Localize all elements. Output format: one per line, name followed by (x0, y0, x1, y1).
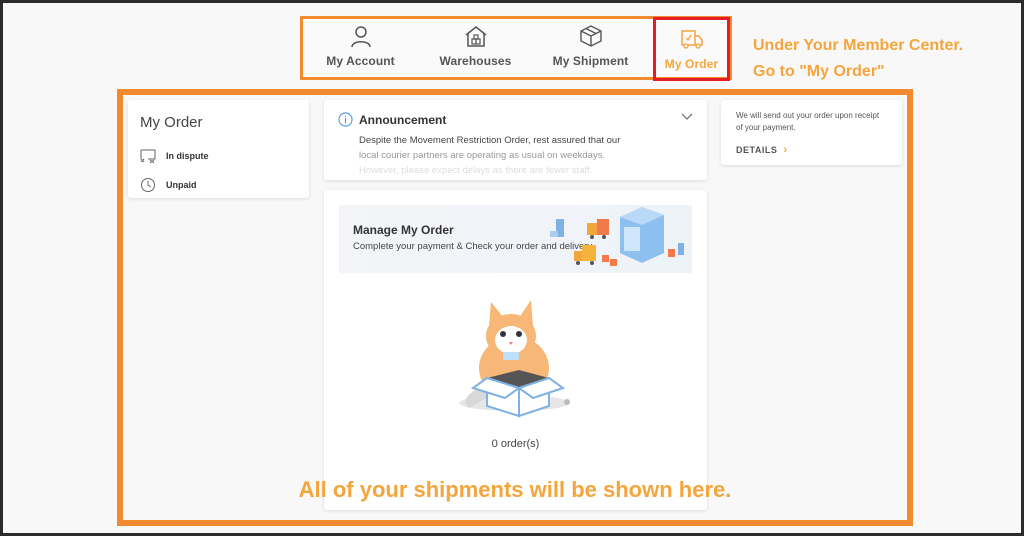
orders-panel: Manage My Order Complete your payment & … (324, 190, 707, 510)
nav-label: My Order (664, 57, 719, 71)
announcement-line-2: local courier partners are operating as … (359, 150, 606, 161)
screenshot-canvas: My Account Warehouses My Shipment My Ord… (3, 3, 1021, 533)
announcement-line-1: Despite the Movement Restriction Order, … (359, 135, 621, 146)
payment-info-text: We will send out your order upon receipt… (736, 111, 880, 132)
announcement-title: Announcement (359, 112, 447, 127)
sidebar-item-label: In dispute (166, 150, 209, 161)
member-center-nav: My Account Warehouses My Shipment My Ord… (300, 16, 732, 81)
announcement-card: Announcement Despite the Movement Restri… (324, 100, 707, 180)
delivery-truck-icon (680, 30, 703, 49)
callout-line-2: Go to "My Order" (753, 63, 885, 80)
announcement-body: Despite the Movement Restriction Order, … (359, 133, 693, 178)
nav-label: Warehouses (439, 54, 512, 68)
details-label: DETAILS (736, 145, 778, 155)
announcement-line-3: However, please expect delays as there a… (359, 165, 593, 176)
package-icon (579, 25, 602, 47)
details-link[interactable]: DETAILS › (736, 144, 887, 156)
user-icon (350, 26, 371, 48)
order-count: 0 order(s) (491, 438, 540, 450)
chevron-right-icon: › (783, 144, 788, 156)
chevron-down-icon[interactable] (681, 113, 693, 121)
manage-order-banner: Manage My Order Complete your payment & … (339, 205, 692, 273)
callout-line-1: Under Your Member Center. (753, 37, 964, 54)
sidebar-title: My Order (140, 114, 203, 131)
logistics-illustration (550, 207, 684, 266)
dispute-icon (140, 149, 156, 163)
nav-my-shipment[interactable]: My Shipment (533, 19, 648, 77)
payment-info-card: We will send out your order upon receipt… (721, 100, 902, 165)
instruction-callout: Under Your Member Center. Go to "My Orde… (753, 33, 963, 85)
sidebar-item-in-dispute[interactable]: In dispute (140, 141, 297, 170)
empty-state-cat-illustration (459, 300, 570, 418)
annotation-caption: All of your shipments will be shown here… (298, 477, 732, 502)
nav-warehouses[interactable]: Warehouses (418, 19, 533, 77)
warehouse-icon (465, 26, 486, 47)
sidebar-item-unpaid[interactable]: Unpaid (140, 170, 297, 199)
nav-label: My Account (326, 54, 395, 68)
info-icon (338, 112, 353, 127)
highlight-frame: My Order In dispute Unpaid Announcement … (117, 89, 913, 526)
nav-my-account[interactable]: My Account (303, 19, 418, 77)
order-sidebar: My Order In dispute Unpaid (128, 100, 309, 198)
nav-my-order[interactable]: My Order (653, 17, 730, 81)
clock-icon (141, 177, 155, 192)
sidebar-item-label: Unpaid (166, 179, 197, 190)
banner-title: Manage My Order (353, 223, 454, 237)
nav-label: My Shipment (552, 54, 629, 68)
